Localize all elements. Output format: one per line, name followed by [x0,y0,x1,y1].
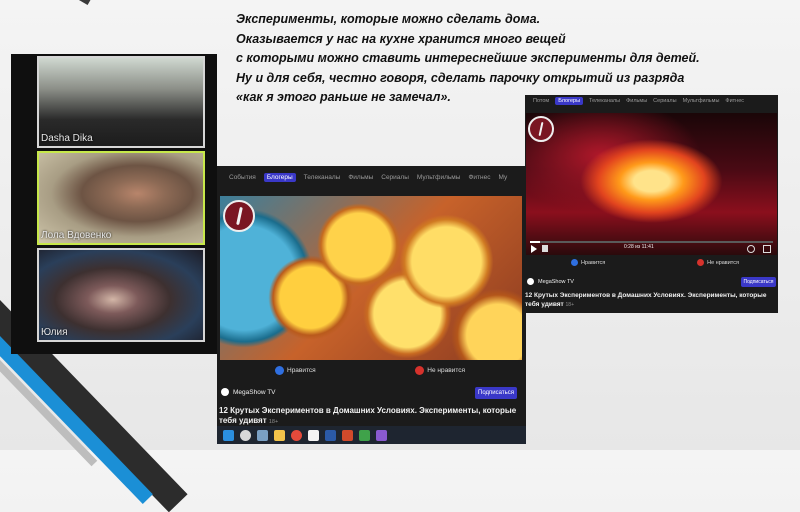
thumbs-down-icon [415,366,425,375]
channel-name: MegaShow TV [538,278,574,285]
participant-name: Лола Вдовенко [41,230,112,241]
decorative-stripe-top [72,0,128,5]
slide-text-line: Эксперименты, которые можно сделать дома… [236,12,541,26]
like-button[interactable]: Нравится [275,366,316,375]
play-icon[interactable] [531,245,537,253]
video-title: 12 Крутых Экспериментов в Домашних Услов… [219,406,519,426]
dislike-button[interactable]: Не нравится [415,366,465,375]
subscribe-button[interactable]: Подписаться [741,277,776,287]
nav-item[interactable]: Фильмы [626,98,647,104]
volume-icon[interactable] [542,245,548,252]
nav-item[interactable]: Потом [533,98,549,104]
app-icon[interactable] [359,429,370,441]
nav-item[interactable]: Телеканалы [304,174,341,181]
participant-tile[interactable]: Юлия [37,248,205,342]
video-title-text: 12 Крутых Экспериментов в Домашних Услов… [525,292,767,308]
dislike-label: Не нравится [707,259,739,266]
thumbs-up-icon [571,259,578,266]
explorer-icon[interactable] [274,429,285,441]
video-time: 0:28 из 11:41 [624,244,654,250]
video-page-main: События Блогеры Телеканалы Фильмы Сериал… [217,166,526,426]
progress-bar[interactable] [530,241,773,243]
video-player[interactable] [220,196,522,360]
nav-item[interactable]: Фильмы [348,174,373,181]
channel-info[interactable]: MegaShow TV [221,388,276,396]
nav-item[interactable]: Сериалы [653,98,676,104]
nav-item-active[interactable]: Блогеры [555,97,584,105]
dislike-label: Не нравится [427,367,465,374]
powerpoint-icon[interactable] [342,429,353,441]
channel-info[interactable]: MegaShow TV [527,278,574,285]
channel-avatar-icon [527,278,534,285]
slide-text-line: Ну и для себя, честно говоря, сделать па… [236,70,685,85]
participant-tile[interactable]: Dasha Dika [37,56,205,148]
progress-fill [530,241,540,243]
video-player[interactable]: 0:28 из 11:41 [526,113,777,255]
windows-icon[interactable] [223,429,234,441]
thumbs-up-icon [275,366,284,375]
nav-item[interactable]: Фитнес [468,174,490,181]
channel-logo-icon [528,116,554,142]
category-nav: Потом Блогеры Телеканалы Фильмы Сериалы … [525,95,778,107]
category-nav: События Блогеры Телеканалы Фильмы Сериал… [217,166,526,188]
video-title: 12 Крутых Экспериментов в Домашних Услов… [525,292,775,309]
dislike-button[interactable]: Не нравится [697,259,739,266]
like-button[interactable]: Нравится [571,259,605,266]
reaction-bar: Нравится Не нравится [571,259,739,266]
nav-item[interactable]: Фитнес [725,98,744,104]
word-icon[interactable] [325,429,336,441]
like-label: Нравится [287,367,316,374]
chrome-icon[interactable] [291,429,302,441]
video-call-panel: Dasha Dika Лола Вдовенко Юлия [11,54,217,354]
yandex-icon[interactable] [308,429,319,441]
slide-text-line: с которыми можно ставить интереснейшие э… [236,51,700,65]
nav-item[interactable]: Мультфильмы [417,174,461,181]
thumbs-down-icon [697,259,705,266]
channel-logo-icon [223,200,255,232]
channel-name: MegaShow TV [233,388,276,396]
participant-tile-active[interactable]: Лола Вдовенко [37,151,205,245]
nav-item[interactable]: Мультфильмы [683,98,720,104]
taskbar [217,426,526,444]
age-rating: 18+ [268,419,279,425]
nav-item[interactable]: События [229,174,256,181]
nav-item[interactable]: Телеканалы [589,98,620,104]
nav-item[interactable]: Му [498,174,507,181]
like-label: Нравится [581,259,606,266]
participant-name: Юлия [41,327,68,338]
decorative-stripe-blue [0,336,153,504]
age-rating: 18+ [565,301,574,308]
slide-text: Эксперименты, которые можно сделать дома… [236,10,776,108]
nav-item-active[interactable]: Блогеры [263,172,296,182]
fullscreen-icon[interactable] [763,245,771,253]
subscribe-button[interactable]: Подписаться [475,387,517,399]
taskview-icon[interactable] [257,429,268,441]
channel-avatar-icon [221,388,229,396]
video-title-text: 12 Крутых Экспериментов в Домашних Услов… [219,406,517,425]
settings-icon[interactable] [747,245,755,253]
nav-item[interactable]: Сериалы [381,174,409,181]
app-icon[interactable] [376,429,387,441]
video-page-secondary: Потом Блогеры Телеканалы Фильмы Сериалы … [525,95,778,313]
slide-text-line: Оказывается у нас на кухне хранится мног… [236,31,566,46]
search-icon[interactable] [240,429,251,441]
reaction-bar: Нравится Не нравится [275,366,465,375]
participant-name: Dasha Dika [41,133,93,144]
